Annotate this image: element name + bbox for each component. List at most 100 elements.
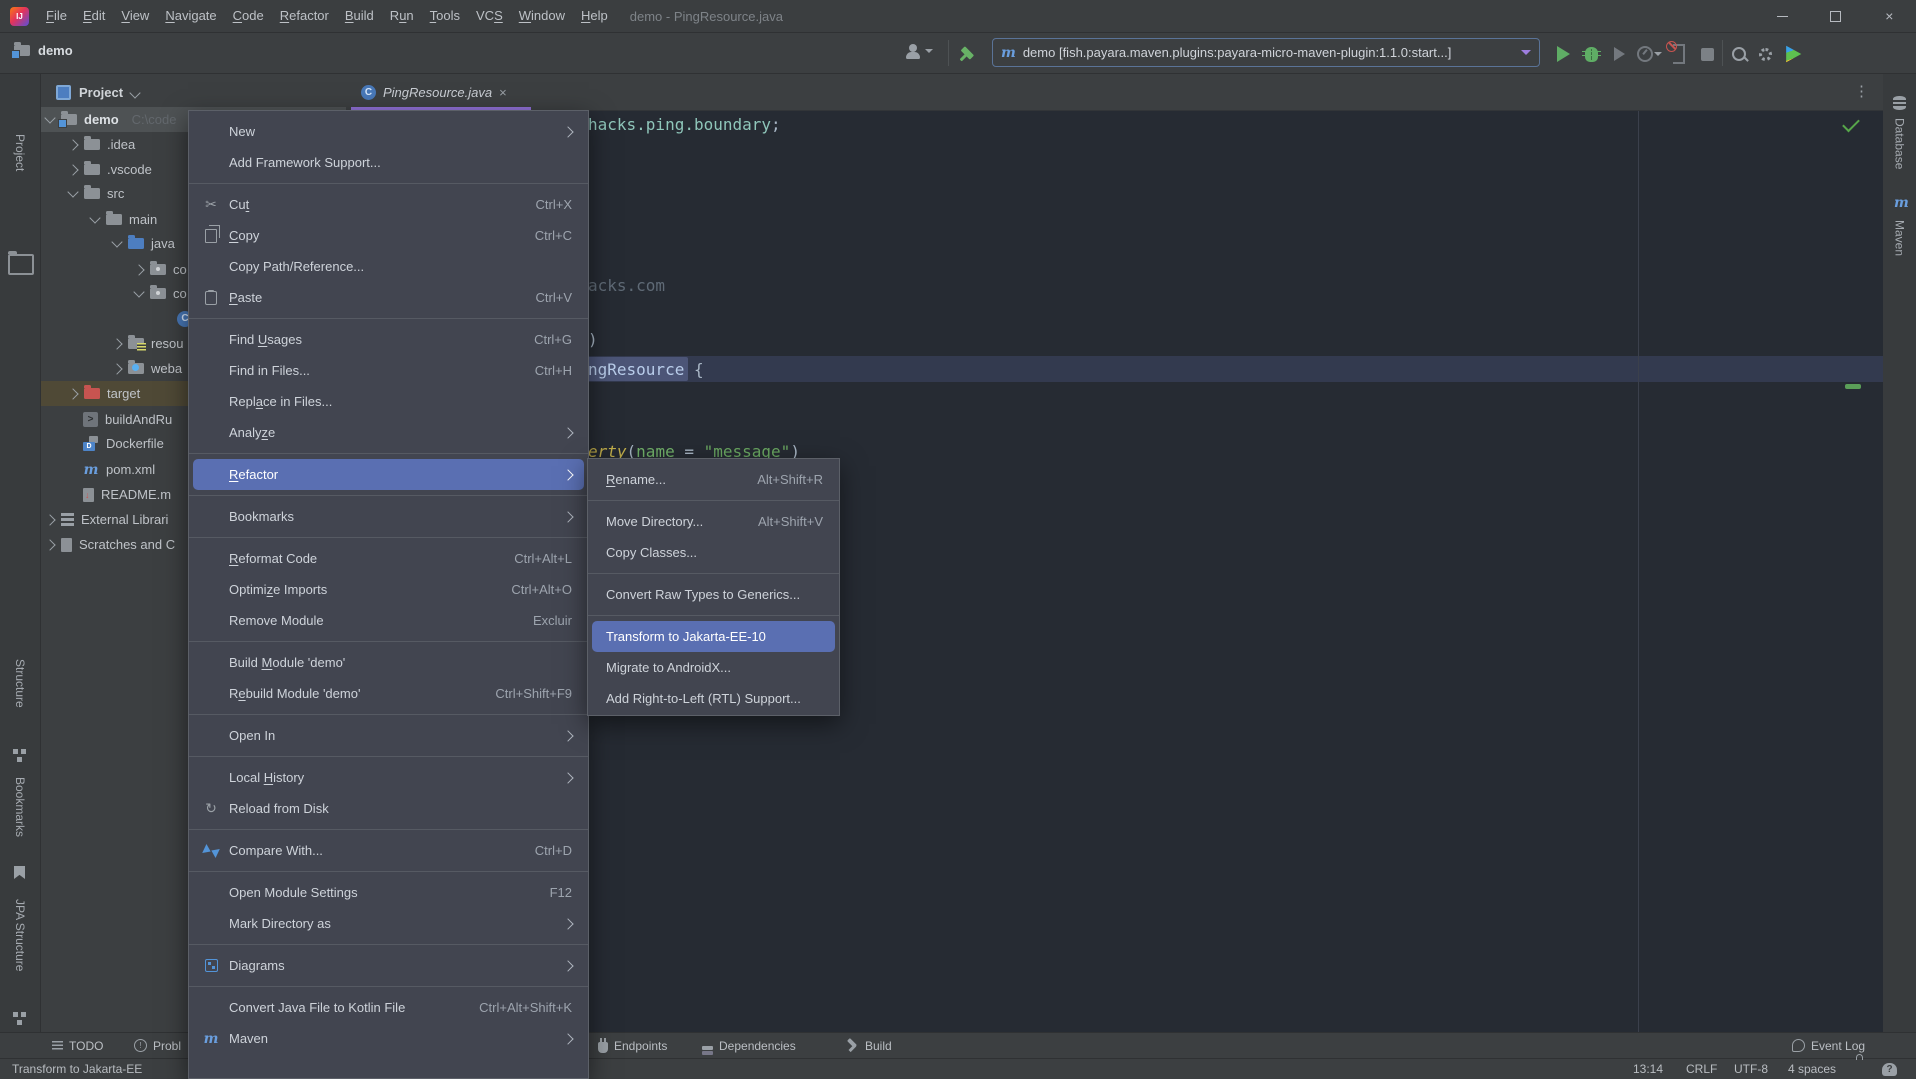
stripe-database-button[interactable]: Database bbox=[1893, 118, 1907, 169]
menu-code[interactable]: Code bbox=[225, 0, 272, 32]
jpa-structure-icon[interactable] bbox=[13, 1012, 18, 1017]
menu-help[interactable]: Help bbox=[573, 0, 616, 32]
stop-icon bbox=[1701, 48, 1714, 61]
menu-edit[interactable]: Edit bbox=[75, 0, 113, 32]
commander-icon[interactable] bbox=[8, 254, 34, 275]
line-ending-widget[interactable]: CRLF bbox=[1686, 1059, 1717, 1079]
structure-icon[interactable] bbox=[13, 749, 18, 754]
menu-item-maven[interactable]: mMaven bbox=[193, 1023, 584, 1054]
submenu-item-migrate-to-androidx[interactable]: Migrate to AndroidX... bbox=[592, 652, 835, 683]
run-button[interactable] bbox=[1552, 43, 1574, 65]
menu-vcs[interactable]: VCS bbox=[468, 0, 511, 32]
menu-navigate[interactable]: Navigate bbox=[157, 0, 224, 32]
search-everywhere-button[interactable] bbox=[1728, 43, 1750, 65]
menu-item-add-framework-support[interactable]: Add Framework Support... bbox=[193, 147, 584, 178]
database-icon[interactable] bbox=[1893, 96, 1906, 110]
menu-item-new[interactable]: New bbox=[193, 116, 584, 147]
menu-item-cut[interactable]: ✂CutCtrl+X bbox=[193, 189, 584, 220]
caret-position-widget[interactable]: 13:14 bbox=[1633, 1059, 1663, 1079]
indent-widget[interactable]: 4 spaces bbox=[1788, 1059, 1836, 1079]
menu-item-build-module[interactable]: Build Module 'demo' bbox=[193, 647, 584, 678]
bookmark-icon[interactable] bbox=[14, 866, 25, 879]
menu-item-analyze[interactable]: Analyze bbox=[193, 417, 584, 448]
submenu-item-copy-classes[interactable]: Copy Classes... bbox=[592, 537, 835, 568]
menu-build[interactable]: Build bbox=[337, 0, 382, 32]
build-project-button[interactable] bbox=[956, 43, 978, 65]
minimize-button[interactable] bbox=[1756, 0, 1809, 32]
dependencies-label: Dependencies bbox=[719, 1039, 796, 1053]
encoding-widget[interactable]: UTF-8 bbox=[1734, 1059, 1768, 1079]
code-line-comment[interactable]: acks.com bbox=[588, 273, 665, 298]
tab-pingresource[interactable]: C PingResource.java × bbox=[351, 74, 517, 110]
menu-refactor[interactable]: Refactor bbox=[272, 0, 337, 32]
settings-button[interactable] bbox=[1754, 43, 1776, 65]
toolbar-project-widget[interactable]: demo bbox=[14, 43, 73, 58]
stripe-jpa-structure-button[interactable]: JPA Structure bbox=[13, 899, 27, 971]
submenu-arrow-icon bbox=[562, 960, 573, 971]
menu-item-bookmarks[interactable]: Bookmarks bbox=[193, 501, 584, 532]
menu-item-copy[interactable]: CopyCtrl+C bbox=[193, 220, 584, 251]
run-configuration-select[interactable]: m demo [fish.payara.maven.plugins:payara… bbox=[992, 38, 1540, 67]
event-log-button[interactable]: Event Log bbox=[1792, 1033, 1865, 1058]
user-profile-button[interactable] bbox=[905, 43, 933, 59]
menu-item-remove-module[interactable]: Remove ModuleExcluir bbox=[193, 605, 584, 636]
menu-run[interactable]: Run bbox=[382, 0, 422, 32]
code-line-paren[interactable]: ) bbox=[588, 327, 598, 352]
menu-item-replace-in-files[interactable]: Replace in Files... bbox=[193, 386, 584, 417]
menu-item-open-module-settings[interactable]: Open Module SettingsF12 bbox=[193, 877, 584, 908]
menu-item-open-in[interactable]: Open In bbox=[193, 720, 584, 751]
submenu-item-rename[interactable]: Rename...Alt+Shift+R bbox=[592, 464, 835, 495]
endpoints-button[interactable]: Endpoints bbox=[598, 1033, 667, 1058]
dockerfile-icon: D bbox=[83, 436, 99, 451]
menu-item-mark-directory-as[interactable]: Mark Directory as bbox=[193, 908, 584, 939]
problems-button[interactable]: ! Probl bbox=[134, 1033, 181, 1058]
dependencies-button[interactable]: Dependencies bbox=[702, 1033, 796, 1058]
run-with-coverage-button[interactable] bbox=[1608, 43, 1630, 65]
menu-item-optimize-imports[interactable]: Optimize ImportsCtrl+Alt+O bbox=[193, 574, 584, 605]
profiler-dropdown[interactable] bbox=[1652, 43, 1664, 65]
menu-item-paste[interactable]: PasteCtrl+V bbox=[193, 282, 584, 313]
menu-item-reformat-code[interactable]: Reformat CodeCtrl+Alt+L bbox=[193, 543, 584, 574]
stripe-project-button[interactable]: Project bbox=[13, 134, 27, 171]
notifications-widget[interactable]: ? bbox=[1882, 1059, 1897, 1079]
menu-view[interactable]: View bbox=[113, 0, 157, 32]
editor-options-icon[interactable]: ⋮ bbox=[1854, 82, 1869, 100]
close-button[interactable]: × bbox=[1863, 0, 1916, 32]
submenu-item-transform-to-jakarta-ee-10[interactable]: Transform to Jakarta-EE-10 bbox=[592, 621, 835, 652]
menu-item-reload-from-disk[interactable]: ↻Reload from Disk bbox=[193, 793, 584, 824]
chevron-down-icon bbox=[129, 87, 140, 98]
menu-item-find-in-files[interactable]: Find in Files...Ctrl+H bbox=[193, 355, 584, 386]
menu-item-copy-path[interactable]: Copy Path/Reference... bbox=[193, 251, 584, 282]
code-line-class-decl[interactable]: ngResource { bbox=[588, 357, 704, 382]
attach-debugger-button[interactable] bbox=[1668, 43, 1690, 65]
project-panel-header[interactable]: Project bbox=[41, 74, 346, 110]
todo-button[interactable]: TODO bbox=[52, 1033, 103, 1058]
menu-item-diagrams[interactable]: Diagrams bbox=[193, 950, 584, 981]
gear-icon bbox=[1759, 48, 1772, 61]
menu-item-local-history[interactable]: Local History bbox=[193, 762, 584, 793]
menu-file[interactable]: File bbox=[38, 0, 75, 32]
menu-item-convert-java-to-kotlin[interactable]: Convert Java File to Kotlin FileCtrl+Alt… bbox=[193, 992, 584, 1023]
submenu-item-convert-raw-types[interactable]: Convert Raw Types to Generics... bbox=[592, 579, 835, 610]
menu-item-refactor[interactable]: Refactor bbox=[193, 459, 584, 490]
inspections-ok-icon[interactable] bbox=[1842, 115, 1860, 133]
stripe-maven-button[interactable]: Maven bbox=[1893, 220, 1907, 256]
copy-icon bbox=[202, 227, 220, 245]
debug-button[interactable] bbox=[1580, 43, 1602, 65]
stop-button[interactable] bbox=[1696, 43, 1718, 65]
stripe-structure-button[interactable]: Structure bbox=[13, 659, 27, 708]
menu-item-compare-with[interactable]: Compare With...Ctrl+D bbox=[193, 835, 584, 866]
submenu-item-add-rtl-support[interactable]: Add Right-to-Left (RTL) Support... bbox=[592, 683, 835, 714]
plugin-logo-button[interactable] bbox=[1782, 43, 1804, 65]
code-line-package[interactable]: hacks.ping.boundary; bbox=[588, 112, 781, 137]
submenu-item-move-directory[interactable]: Move Directory...Alt+Shift+V bbox=[592, 506, 835, 537]
menu-item-find-usages[interactable]: Find UsagesCtrl+G bbox=[193, 324, 584, 355]
menu-item-rebuild-module[interactable]: Rebuild Module 'demo'Ctrl+Shift+F9 bbox=[193, 678, 584, 709]
build-button[interactable]: Build bbox=[846, 1033, 892, 1058]
menu-window[interactable]: Window bbox=[511, 0, 573, 32]
maximize-button[interactable] bbox=[1809, 0, 1862, 32]
tab-close-icon[interactable]: × bbox=[499, 85, 507, 100]
maven-icon[interactable]: m bbox=[1894, 196, 1909, 210]
menu-tools[interactable]: Tools bbox=[422, 0, 468, 32]
stripe-bookmarks-button[interactable]: Bookmarks bbox=[13, 777, 27, 837]
